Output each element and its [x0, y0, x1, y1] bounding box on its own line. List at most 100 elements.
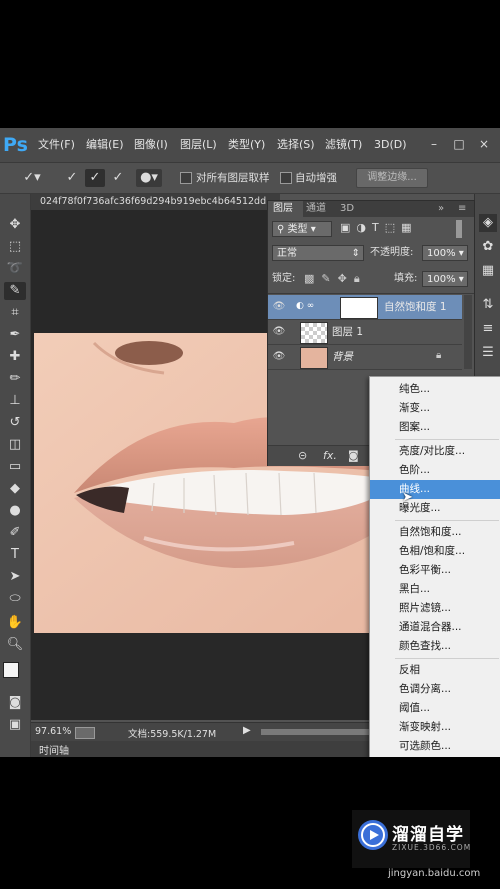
- menu-item-threshold[interactable]: 阈值...: [370, 699, 500, 718]
- fill-input[interactable]: 100% ▾: [422, 271, 468, 287]
- menu-item-photo-filter[interactable]: 照片滤镜...: [370, 599, 500, 618]
- mask-icon[interactable]: ◙: [348, 449, 359, 462]
- panel-menu-icon[interactable]: ≡: [458, 201, 472, 217]
- maximize-button[interactable]: □: [451, 136, 467, 152]
- menu-item-invert[interactable]: 反相: [370, 661, 500, 680]
- status-icon[interactable]: [75, 727, 95, 739]
- eye-icon[interactable]: 👁︎: [272, 350, 286, 364]
- properties-dock-icon[interactable]: ⇅: [479, 296, 497, 314]
- pen-tool-icon[interactable]: ✐: [4, 524, 26, 542]
- menu-item-curves[interactable]: 曲线...: [370, 480, 500, 499]
- refine-edge-button[interactable]: 调整边缘...: [356, 168, 428, 188]
- foreground-color-swatch[interactable]: [3, 662, 19, 678]
- eye-icon[interactable]: 👁︎: [272, 325, 286, 339]
- layer-mask-thumbnail[interactable]: [340, 297, 378, 319]
- layer-row-layer1[interactable]: 👁︎ 图层 1: [268, 320, 462, 345]
- menu-item-brightness-contrast[interactable]: 亮度/对比度...: [370, 442, 500, 461]
- swatches-dock-icon[interactable]: ▦: [479, 262, 497, 280]
- brush-tool-icon[interactable]: ✏: [4, 370, 26, 388]
- tab-3d[interactable]: 3D: [340, 201, 360, 217]
- eye-icon[interactable]: 👁︎: [272, 300, 286, 314]
- shape-tool-icon[interactable]: ⬭: [4, 590, 26, 608]
- quick-mask-icon[interactable]: ◙: [4, 694, 26, 712]
- lasso-tool-icon[interactable]: ➰: [4, 260, 26, 278]
- options-bar: ✓▾ ✓ ✓ ✓ ●▾ 对所有图层取样 自动增强 调整边缘...: [0, 163, 500, 194]
- menu-image[interactable]: 图像(I): [134, 128, 168, 162]
- menu-type[interactable]: 类型(Y): [228, 128, 265, 162]
- layers-dock-icon[interactable]: ◈: [479, 214, 497, 232]
- add-selection-brush-icon[interactable]: ✓: [85, 169, 105, 187]
- layer-name[interactable]: 背景: [332, 345, 353, 369]
- layer-name[interactable]: 自然饱和度 1: [384, 295, 447, 319]
- menu-item-posterize[interactable]: 色调分离...: [370, 680, 500, 699]
- layer-filter-select[interactable]: ⚲ 类型 ▾: [272, 221, 332, 237]
- tool-preset-icon[interactable]: ✓▾: [18, 169, 46, 187]
- new-selection-brush-icon[interactable]: ✓: [62, 169, 82, 187]
- menu-item-vibrance[interactable]: 自然饱和度...: [370, 523, 500, 542]
- tab-channels[interactable]: 通道: [306, 201, 332, 217]
- menu-layer[interactable]: 图层(L): [180, 128, 217, 162]
- menu-item-hue-saturation[interactable]: 色相/饱和度...: [370, 542, 500, 561]
- menu-item-color-lookup[interactable]: 颜色查找...: [370, 637, 500, 656]
- menu-filter[interactable]: 滤镜(T): [325, 128, 362, 162]
- crop-tool-icon[interactable]: ⌗: [4, 304, 26, 322]
- subtract-selection-brush-icon[interactable]: ✓: [108, 169, 128, 187]
- blend-mode-select[interactable]: 正常 ⇕: [272, 245, 364, 261]
- brush-size-icon[interactable]: ●▾: [136, 169, 162, 187]
- menu-edit[interactable]: 编辑(E): [86, 128, 124, 162]
- fx-icon[interactable]: fx.: [323, 449, 337, 462]
- lock-icons[interactable]: ▩✎✥🔒︎: [304, 271, 367, 287]
- fill-label: 填充:: [394, 273, 418, 284]
- move-tool-icon[interactable]: ✥: [4, 216, 26, 234]
- menu-item-pattern[interactable]: 图案...: [370, 418, 500, 437]
- dodge-tool-icon[interactable]: ●: [4, 502, 26, 520]
- menu-item-color-balance[interactable]: 色彩平衡...: [370, 561, 500, 580]
- path-selection-tool-icon[interactable]: ➤: [4, 568, 26, 586]
- menu-item-black-white[interactable]: 黑白...: [370, 580, 500, 599]
- type-tool-icon[interactable]: T: [4, 546, 26, 564]
- opacity-input[interactable]: 100% ▾: [422, 245, 468, 261]
- menu-item-gradient-map[interactable]: 渐变映射...: [370, 718, 500, 737]
- layer-name[interactable]: 图层 1: [332, 320, 363, 344]
- minimize-button[interactable]: –: [426, 136, 442, 152]
- panel-collapse-icon[interactable]: »: [438, 201, 454, 217]
- marquee-tool-icon[interactable]: ⬚: [4, 238, 26, 256]
- timeline-tab[interactable]: 时间轴: [39, 742, 69, 757]
- menu-item-exposure[interactable]: 曝光度...: [370, 499, 500, 518]
- close-button[interactable]: ×: [476, 136, 492, 152]
- history-brush-tool-icon[interactable]: ↺: [4, 414, 26, 432]
- status-menu-arrow-icon[interactable]: ▶: [243, 725, 251, 736]
- menu-item-solid-color[interactable]: 纯色...: [370, 380, 500, 399]
- link-icon[interactable]: ⊝: [298, 449, 307, 462]
- menu-item-levels[interactable]: 色阶...: [370, 461, 500, 480]
- screen-mode-icon[interactable]: ▣: [4, 716, 26, 734]
- adjustments-dock-icon[interactable]: ≡: [479, 320, 497, 338]
- filter-toggle[interactable]: [456, 220, 462, 238]
- auto-enhance-checkbox[interactable]: [280, 172, 292, 184]
- blur-tool-icon[interactable]: ◆: [4, 480, 26, 498]
- layers-scrollbar[interactable]: [464, 295, 472, 369]
- tab-layers[interactable]: 图层: [268, 201, 303, 217]
- menu-item-selective-color[interactable]: 可选颜色...: [370, 737, 500, 756]
- hand-tool-icon[interactable]: ✋: [4, 614, 26, 632]
- layer-row-vibrance[interactable]: 👁︎ ◐ ∞ 自然饱和度 1: [268, 295, 462, 320]
- clone-stamp-tool-icon[interactable]: ⊥: [4, 392, 26, 410]
- gradient-tool-icon[interactable]: ▭: [4, 458, 26, 476]
- menu-file[interactable]: 文件(F): [38, 128, 75, 162]
- info-dock-icon[interactable]: ☰: [479, 344, 497, 362]
- sample-all-layers-checkbox[interactable]: [180, 172, 192, 184]
- menu-3d[interactable]: 3D(D): [374, 128, 407, 162]
- menu-select[interactable]: 选择(S): [277, 128, 315, 162]
- zoom-level[interactable]: 97.61%: [35, 726, 71, 737]
- layer-row-background[interactable]: 👁︎ 背景 🔒︎: [268, 345, 462, 370]
- eyedropper-tool-icon[interactable]: ✒: [4, 326, 26, 344]
- eraser-tool-icon[interactable]: ◫: [4, 436, 26, 454]
- filter-icons[interactable]: ▣◑T⬚▦: [340, 221, 450, 237]
- zoom-tool-icon[interactable]: 🔍︎: [4, 636, 26, 654]
- document-tab[interactable]: 024f78f0f736afc36f69d294b919ebc4b64512dd: [31, 194, 280, 210]
- menu-item-channel-mixer[interactable]: 通道混合器...: [370, 618, 500, 637]
- color-dock-icon[interactable]: ✿: [479, 238, 497, 256]
- menu-item-gradient[interactable]: 渐变...: [370, 399, 500, 418]
- quick-selection-tool-icon[interactable]: ✎: [4, 282, 26, 300]
- healing-brush-tool-icon[interactable]: ✚: [4, 348, 26, 366]
